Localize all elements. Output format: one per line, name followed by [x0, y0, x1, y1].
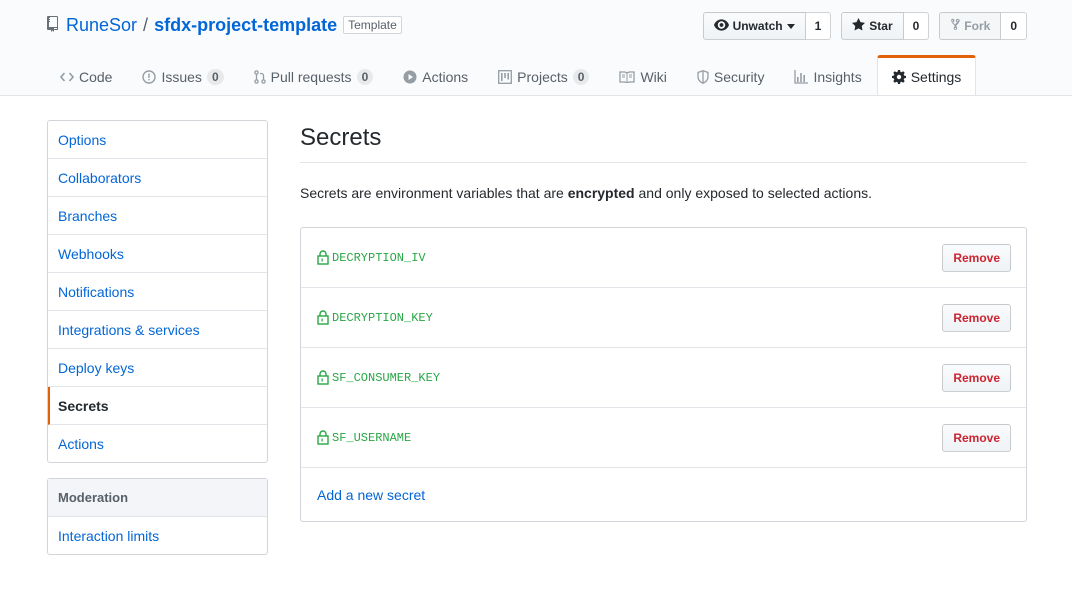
tab-pull-requests[interactable]: Pull requests 0: [239, 56, 389, 96]
tab-issues[interactable]: Issues 0: [127, 56, 238, 96]
tab-projects-label: Projects: [517, 68, 568, 85]
sidebar-item-deploy-keys[interactable]: Deploy keys: [48, 349, 267, 387]
tab-actions-label: Actions: [422, 68, 469, 85]
tab-issues-label: Issues: [161, 68, 202, 85]
repo-tabs: Code Issues 0 Pull requests 0 Actions Pr…: [47, 55, 977, 96]
remove-button[interactable]: Remove: [942, 303, 1011, 332]
graph-icon: [794, 69, 809, 84]
tab-pull-requests-label: Pull requests: [270, 68, 352, 85]
repo-actions: Unwatch 1 Star 0 Fork 0: [702, 12, 1027, 40]
secret-name: SF_CONSUMER_KEY: [317, 370, 440, 385]
sidebar-item-collaborators[interactable]: Collaborators: [48, 159, 267, 197]
list-item: DECRYPTION_IV Remove: [301, 228, 1026, 288]
repo-template-icon: [47, 16, 61, 34]
add-secret-link[interactable]: Add a new secret: [317, 487, 425, 503]
remove-button[interactable]: Remove: [942, 243, 1011, 272]
play-icon: [403, 70, 417, 84]
repo-header: RuneSor / sfdx-project-template Template…: [0, 0, 1072, 96]
lock-icon: [317, 250, 329, 265]
settings-sidebar: Options Collaborators Branches Webhooks …: [47, 120, 268, 463]
sidebar-item-branches[interactable]: Branches: [48, 197, 267, 235]
remove-button[interactable]: Remove: [942, 363, 1011, 392]
star-icon: [852, 18, 866, 34]
fork-group: Fork 0: [939, 12, 1027, 40]
projects-count: 0: [572, 68, 590, 85]
sidebar-item-integrations[interactable]: Integrations & services: [48, 311, 267, 349]
pull-request-icon: [253, 69, 266, 84]
eye-icon: [713, 18, 729, 34]
lock-icon: [317, 310, 329, 325]
secret-name-text: SF_USERNAME: [332, 430, 412, 445]
star-label: Star: [869, 19, 893, 33]
gear-icon: [891, 69, 906, 84]
lock-icon: [317, 430, 329, 445]
secrets-list: DECRYPTION_IV Remove DECRYPTION_KEY Remo…: [300, 227, 1027, 522]
sidebar-item-options[interactable]: Options: [48, 121, 267, 159]
remove-button[interactable]: Remove: [942, 423, 1011, 452]
list-item: DECRYPTION_KEY Remove: [301, 288, 1026, 348]
sidebar-item-secrets[interactable]: Secrets: [48, 387, 267, 425]
stars-count[interactable]: 0: [903, 12, 930, 40]
add-secret-row: Add a new secret: [301, 468, 1026, 521]
book-icon: [619, 70, 636, 83]
sidebar-item-webhooks[interactable]: Webhooks: [48, 235, 267, 273]
template-badge: Template: [343, 16, 402, 34]
tab-wiki[interactable]: Wiki: [604, 56, 681, 96]
description-text-end: and only exposed to selected actions.: [634, 185, 873, 201]
chevron-down-icon: [786, 19, 795, 33]
description-emphasis: encrypted: [567, 185, 635, 201]
tab-wiki-label: Wiki: [640, 68, 667, 85]
secret-name: DECRYPTION_KEY: [317, 310, 433, 325]
description-text-start: Secrets are environment variables that a…: [300, 185, 568, 201]
fork-button[interactable]: Fork: [939, 12, 1002, 40]
watch-group: Unwatch 1: [702, 12, 832, 40]
code-icon: [60, 71, 74, 82]
lock-icon: [317, 370, 329, 385]
tab-settings-label: Settings: [910, 68, 962, 85]
tab-settings[interactable]: Settings: [876, 55, 977, 95]
tab-security[interactable]: Security: [682, 56, 780, 96]
moderation-sidebar: Moderation Interaction limits: [47, 478, 268, 555]
list-item: SF_CONSUMER_KEY Remove: [301, 348, 1026, 408]
fork-label: Fork: [964, 19, 991, 33]
secret-name-text: DECRYPTION_KEY: [332, 310, 433, 325]
tab-insights[interactable]: Insights: [779, 56, 876, 96]
secret-name: SF_USERNAME: [317, 430, 411, 445]
shield-icon: [697, 69, 709, 84]
secret-name-text: SF_CONSUMER_KEY: [332, 370, 441, 385]
sidebar-item-interaction-limits[interactable]: Interaction limits: [48, 517, 267, 554]
sidebar-item-actions[interactable]: Actions: [48, 425, 267, 462]
unwatch-button[interactable]: Unwatch: [702, 12, 806, 40]
watchers-count[interactable]: 1: [805, 12, 832, 40]
sidebar-item-notifications[interactable]: Notifications: [48, 273, 267, 311]
repo-path-separator: /: [143, 14, 149, 35]
moderation-heading: Moderation: [48, 479, 267, 517]
issue-icon: [142, 69, 157, 84]
tab-projects[interactable]: Projects 0: [483, 56, 604, 96]
secrets-description: Secrets are environment variables that a…: [300, 183, 1027, 204]
repo-title: RuneSor / sfdx-project-template Template: [47, 12, 402, 38]
tab-insights-label: Insights: [813, 68, 862, 85]
page-title: Secrets: [300, 120, 1027, 163]
project-icon: [498, 69, 513, 84]
pull-requests-count: 0: [356, 68, 374, 85]
star-button[interactable]: Star: [841, 12, 904, 40]
star-group: Star 0: [841, 12, 930, 40]
forks-count[interactable]: 0: [1001, 12, 1027, 40]
issues-count: 0: [206, 68, 224, 85]
secrets-panel: Secrets Secrets are environment variable…: [300, 120, 1027, 522]
tab-security-label: Security: [713, 68, 765, 85]
unwatch-label: Unwatch: [732, 19, 783, 33]
tab-code-label: Code: [79, 68, 113, 85]
repo-owner-link[interactable]: RuneSor: [66, 15, 137, 36]
repo-name-link[interactable]: sfdx-project-template: [154, 15, 337, 36]
secret-name: DECRYPTION_IV: [317, 250, 426, 265]
fork-icon: [950, 18, 961, 34]
secret-name-text: DECRYPTION_IV: [332, 250, 426, 265]
list-item: SF_USERNAME Remove: [301, 408, 1026, 468]
tab-actions[interactable]: Actions: [388, 56, 483, 96]
tab-code[interactable]: Code: [47, 56, 127, 96]
